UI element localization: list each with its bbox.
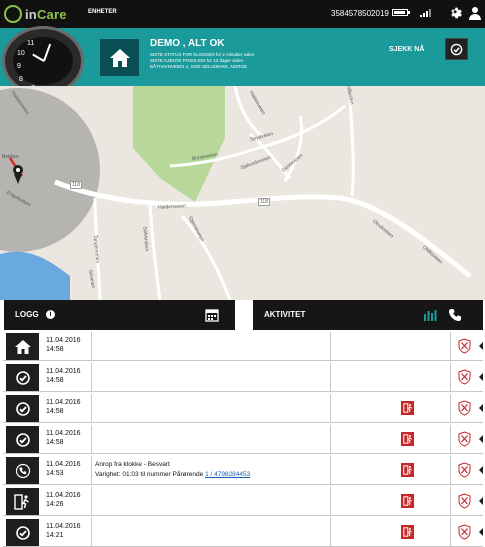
address-text: BÅTHAVNVEIEN 4, 1825 SELLEBAKK, NORGE bbox=[150, 64, 247, 69]
log-type-cell bbox=[6, 488, 39, 515]
log-row[interactable]: 11.04.2016 14:26 bbox=[3, 487, 483, 516]
log-datetime: 11.04.2016 14:21 bbox=[46, 523, 81, 539]
exit-alarm-icon bbox=[401, 494, 414, 508]
shield-alert-icon[interactable] bbox=[458, 493, 471, 509]
logo-brand: Care bbox=[36, 6, 67, 22]
check-circle-icon bbox=[15, 525, 30, 540]
log-type-cell bbox=[6, 519, 39, 546]
last-status-text: SISTE STATUS FOR KLOKKEN for 2 minutter … bbox=[150, 52, 255, 57]
gear-icon[interactable] bbox=[449, 6, 463, 20]
shield-alert-icon[interactable] bbox=[458, 338, 471, 354]
log-datetime: 11.04.2016 14:58 bbox=[46, 399, 81, 415]
location-map[interactable]: Haldenveien Brynjeveien Stjerneveien Sjø… bbox=[0, 86, 485, 300]
exit-alarm-icon bbox=[401, 525, 414, 539]
home-icon bbox=[109, 48, 130, 67]
log-datetime: 11.04.2016 14:26 bbox=[46, 492, 81, 508]
signal-icon bbox=[420, 9, 431, 17]
check-now-button[interactable] bbox=[445, 38, 468, 60]
battery-icon bbox=[392, 9, 410, 16]
tab-aktivitet[interactable]: AKTIVITET bbox=[253, 300, 483, 330]
log-row[interactable]: 11.04.2016 14:58 bbox=[3, 363, 483, 392]
tab-logg-label: LOGG bbox=[15, 310, 39, 319]
log-row[interactable]: 11.04.2016 14:58 bbox=[3, 425, 483, 454]
phone-call-icon bbox=[15, 463, 30, 478]
tab-logg[interactable]: LOGG i bbox=[4, 300, 235, 330]
home-status-tile bbox=[100, 39, 139, 76]
log-datetime: 11.04.2016 14:58 bbox=[46, 368, 81, 384]
shield-alert-icon[interactable] bbox=[458, 524, 471, 540]
log-description: Anrop fra klokke - Besvart Varighet: 01:0… bbox=[95, 461, 251, 478]
log-row[interactable]: 11.04.2016 14:21 bbox=[3, 518, 483, 547]
log-type-cell bbox=[6, 364, 39, 391]
app-logo[interactable]: inCare bbox=[4, 4, 67, 24]
exit-alarm-icon bbox=[401, 432, 414, 446]
log-row[interactable]: 11.04.2016 14:58 bbox=[3, 394, 483, 423]
exit-alarm-icon bbox=[401, 463, 414, 477]
log-datetime: 11.04.2016 14:58 bbox=[46, 337, 81, 353]
home-icon bbox=[14, 339, 31, 354]
nav-devices-link[interactable]: ENHETER bbox=[88, 9, 117, 15]
log-type-cell bbox=[6, 426, 39, 453]
check-circle-icon bbox=[15, 432, 30, 447]
check-circle-icon bbox=[15, 401, 30, 416]
caller-number-link[interactable]: 1 / 4798284453 bbox=[205, 471, 250, 478]
tab-aktivitet-label: AKTIVITET bbox=[264, 310, 306, 319]
logo-mark-icon bbox=[4, 5, 22, 23]
top-bar: inCare ENHETER 3584578502019 bbox=[0, 0, 485, 28]
shield-alert-icon[interactable] bbox=[458, 369, 471, 385]
log-datetime: 11.04.2016 14:53 bbox=[46, 461, 81, 477]
log-type-cell bbox=[6, 395, 39, 422]
phone-icon[interactable] bbox=[448, 308, 462, 322]
check-circle-icon bbox=[450, 43, 463, 55]
log-datetime: 11.04.2016 14:58 bbox=[46, 430, 81, 446]
log-type-cell bbox=[6, 333, 39, 360]
info-icon[interactable]: i bbox=[46, 310, 55, 319]
last-position-text: SISTE KJENTE POSISJON for 13 dager siden bbox=[150, 58, 244, 63]
calendar-icon[interactable] bbox=[205, 308, 219, 322]
shield-alert-icon[interactable] bbox=[458, 431, 471, 447]
person-icon[interactable] bbox=[468, 6, 482, 20]
exit-icon bbox=[13, 493, 29, 510]
check-now-label[interactable]: SJEKK NÅ bbox=[389, 46, 424, 53]
device-phone-number: 3584578502019 bbox=[331, 9, 389, 18]
exit-alarm-icon bbox=[401, 401, 414, 415]
shield-alert-icon[interactable] bbox=[458, 462, 471, 478]
bar-chart-icon[interactable] bbox=[423, 308, 437, 322]
log-row[interactable]: 11.04.2016 14:53 Anrop fra klokke - Besvar… bbox=[3, 456, 483, 485]
check-circle-icon bbox=[15, 370, 30, 385]
logo-prefix: in bbox=[25, 6, 37, 22]
log-type-cell bbox=[6, 457, 39, 484]
log-row[interactable]: 11.04.2016 14:58 bbox=[3, 332, 483, 361]
shield-alert-icon[interactable] bbox=[458, 400, 471, 416]
device-status-title: DEMO , ALT OK bbox=[150, 38, 225, 49]
